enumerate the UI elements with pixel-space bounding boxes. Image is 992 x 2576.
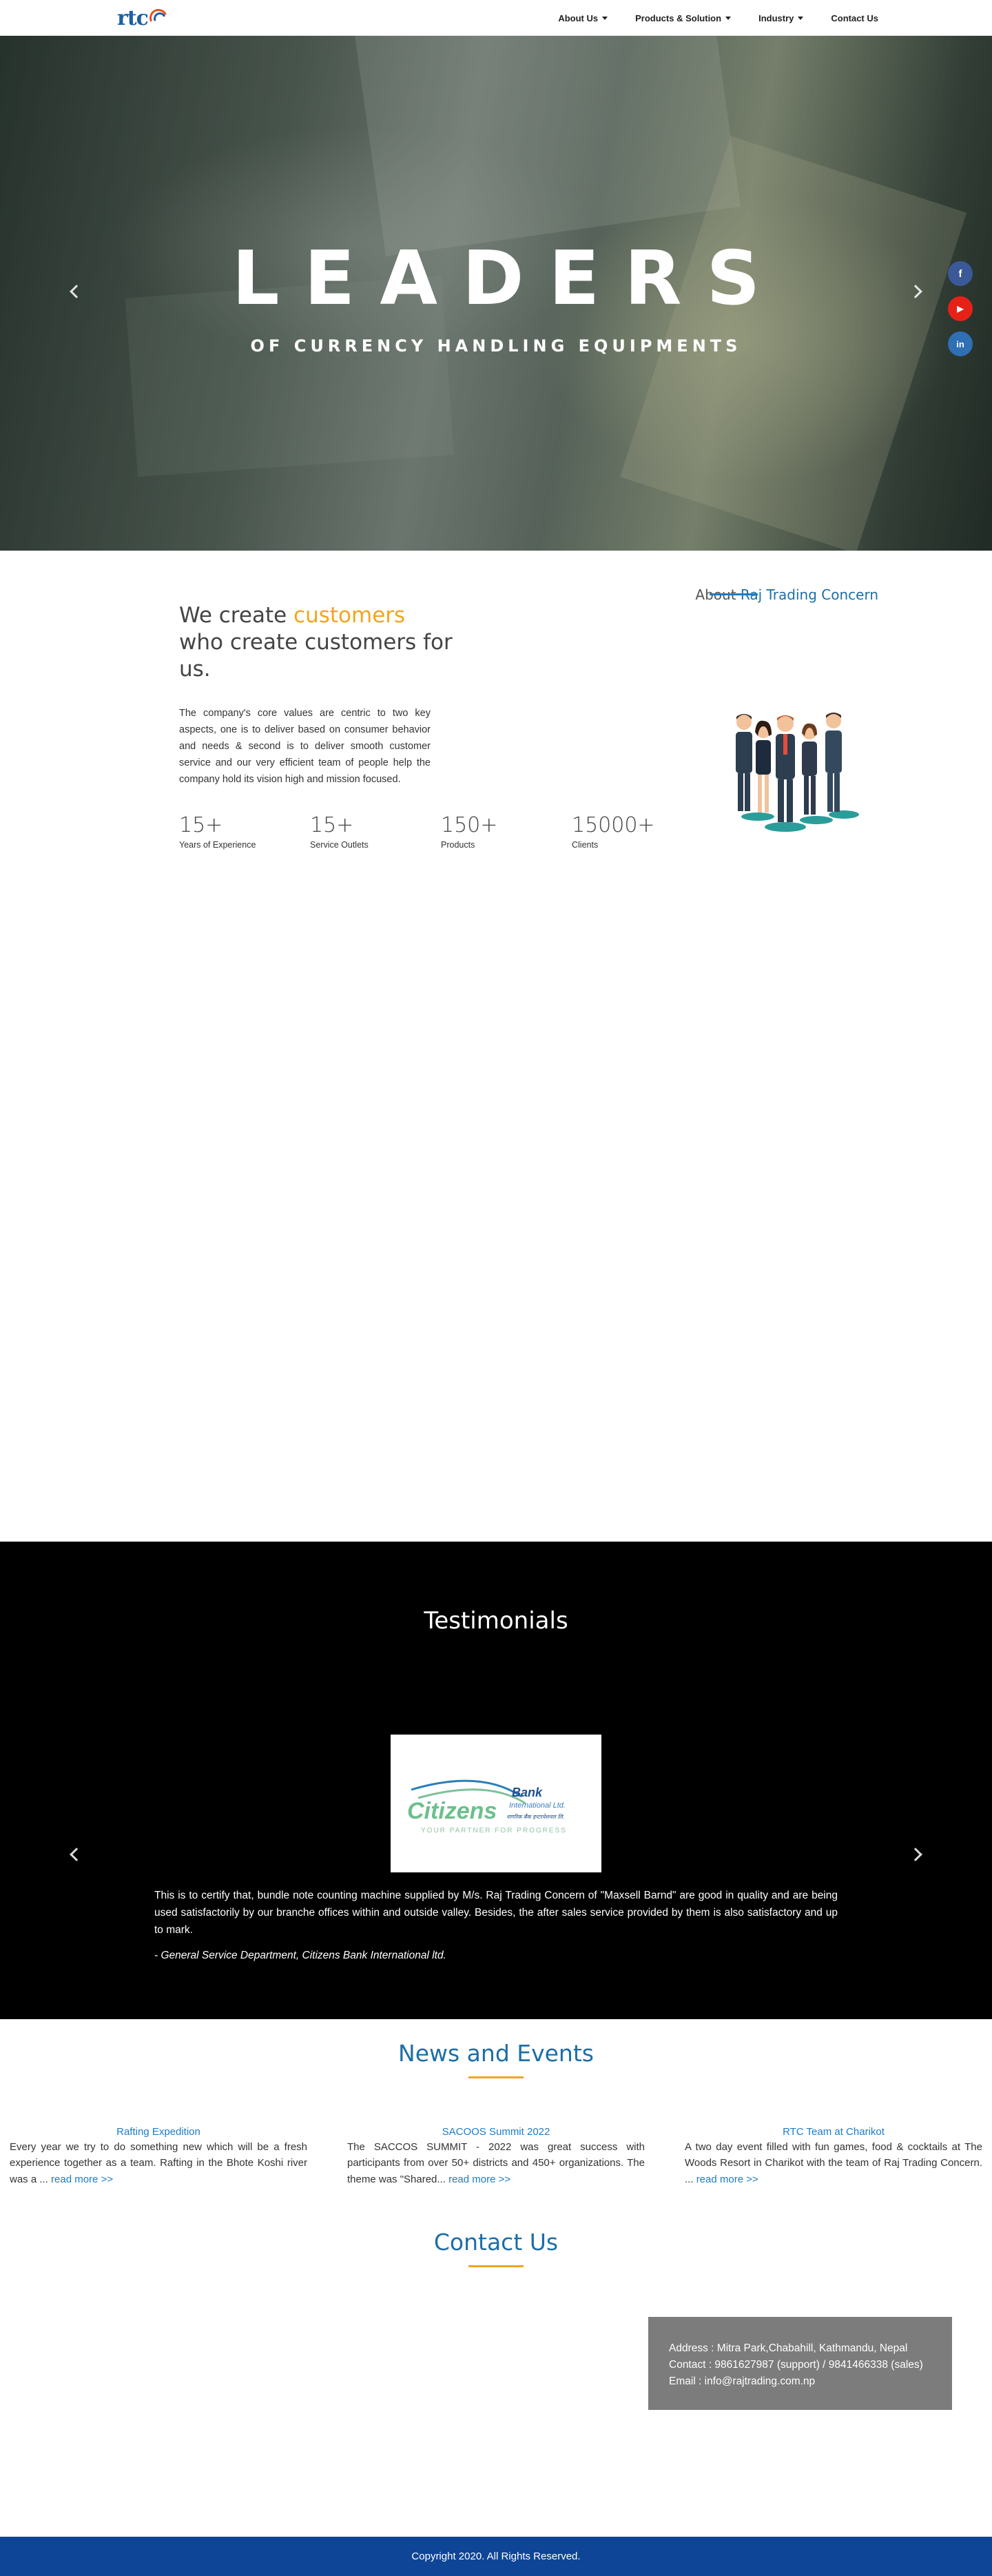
nav-industry-label: Industry (758, 12, 794, 23)
news-card: Rafting Expedition Every year we try to … (10, 2126, 307, 2187)
stat-number: 15000+ (572, 813, 655, 837)
nav-products-label: Products & Solution (635, 12, 722, 23)
headline-accent: customers (293, 603, 406, 628)
contact-phone: Contact : 9861627987 (support) / 9841466… (669, 2359, 923, 2371)
nav-contact-us[interactable]: Contact Us (831, 13, 878, 23)
stat-label: Products (441, 840, 475, 850)
stat-number: 15+ (179, 813, 223, 837)
contact-info-box: Address : Mitra Park,Chabahill, Kathmand… (648, 2317, 952, 2410)
linkedin-icon[interactable]: in (948, 331, 973, 356)
testimonials-title: Testimonials (424, 1607, 568, 1635)
facebook-icon[interactable]: f (948, 261, 973, 286)
testimonial-text: This is to certify that, bundle note cou… (154, 1890, 838, 1936)
about-paragraph: The company's core values are centric to… (179, 708, 431, 785)
testimonials-section: Testimonials Citizens Bank International… (0, 1542, 992, 2019)
contact-title: Contact Us (433, 2229, 559, 2256)
news-card-title[interactable]: SACOOS Summit 2022 (347, 2126, 645, 2138)
logo-arc-icon (147, 6, 170, 30)
facebook-glyph: f (958, 267, 962, 280)
client-logo-name: Citizens (407, 1798, 497, 1824)
client-logo-intl: International Ltd. (509, 1801, 566, 1810)
client-logo: Citizens Bank International Ltd. नागरिक … (391, 1735, 601, 1872)
about-headline: We create customers who create customers… (179, 602, 455, 682)
headline-end: who create customers for us. (179, 629, 453, 682)
contact-email: Email : info@rajtrading.com.np (669, 2375, 816, 2388)
logo-text: rtc (117, 6, 149, 30)
read-more-link[interactable]: read more >> (448, 2174, 510, 2185)
testimonial-author: - General Service Department, Citizens B… (154, 1950, 446, 1961)
news-title: News and Events (398, 2040, 594, 2067)
linkedin-glyph: in (956, 338, 964, 349)
nav-industry[interactable]: Industry (758, 12, 804, 23)
main-nav: About Us Products & Solution Industry Co… (558, 0, 878, 36)
stat-label: Service Outlets (310, 840, 369, 850)
nav-products-solution[interactable]: Products & Solution (635, 12, 732, 23)
client-logo-bank: Bank (512, 1786, 543, 1799)
news-list: Rafting Expedition Every year we try to … (10, 2126, 982, 2187)
footer-copyright: Copyright 2020. All Rights Reserved. (411, 2551, 581, 2562)
contact-address: Address : Mitra Park,Chabahill, Kathmand… (669, 2342, 908, 2354)
read-more-link[interactable]: read more >> (51, 2174, 113, 2185)
read-more-link[interactable]: read more >> (696, 2174, 758, 2185)
youtube-icon[interactable]: ▶ (948, 296, 973, 321)
contact-title-underline (468, 2265, 524, 2267)
hero-carousel: LEADERS OF CURRENCY HANDLING EQUIPMENTS (0, 36, 992, 551)
news-card: RTC Team at Charikot A two day event fil… (685, 2126, 982, 2187)
news-title-underline (468, 2076, 524, 2078)
testimonial-prev-arrow-icon[interactable] (70, 1848, 83, 1861)
stat-outlets: 15+ Service Outlets (310, 813, 441, 850)
stat-experience: 15+ Years of Experience (179, 813, 310, 850)
stat-products: 150+ Products (441, 813, 572, 850)
stat-label: Clients (572, 840, 599, 850)
logo[interactable]: rtc (117, 4, 170, 32)
youtube-glyph: ▶ (957, 304, 964, 314)
news-card: SACOOS Summit 2022 The SACCOS SUMMIT - 2… (347, 2126, 645, 2187)
caret-down-icon (602, 16, 608, 20)
about-heading: About Raj Trading Concern (672, 586, 878, 604)
footer: Copyright 2020. All Rights Reserved. (0, 2537, 992, 2576)
testimonial-next-arrow-icon[interactable] (909, 1848, 922, 1861)
caret-down-icon (798, 16, 804, 20)
stat-number: 15+ (310, 813, 354, 837)
news-card-title[interactable]: Rafting Expedition (10, 2126, 307, 2138)
nav-contact-label: Contact Us (831, 12, 878, 23)
hero-title: LEADERS (231, 236, 785, 322)
about-heading-brand: Raj Trading Concern (740, 586, 878, 603)
hero-subtitle: OF CURRENCY HANDLING EQUIPMENTS (250, 336, 742, 356)
navbar: rtc About Us Products & Solution Industr… (0, 0, 992, 36)
stat-number: 150+ (441, 813, 498, 837)
nav-about-us[interactable]: About Us (558, 13, 608, 23)
stats-row: 15+ Years of Experience 15+ Service Outlet… (179, 813, 703, 850)
news-card-title[interactable]: RTC Team at Charikot (685, 2126, 982, 2138)
nav-about-us-label: About Us (558, 12, 599, 23)
stat-clients: 15000+ Clients (572, 813, 703, 850)
caret-down-icon (725, 16, 732, 20)
headline-start: We create (179, 603, 287, 628)
stat-label: Years of Experience (179, 840, 256, 850)
client-logo-nepali: नागरिक बैंक इन्टरनेशनल लि. (506, 1813, 564, 1820)
team-illustration (736, 713, 859, 832)
about-heading-line (710, 593, 758, 595)
client-logo-tagline: YOUR PARTNER FOR PROGRESS (421, 1827, 567, 1834)
